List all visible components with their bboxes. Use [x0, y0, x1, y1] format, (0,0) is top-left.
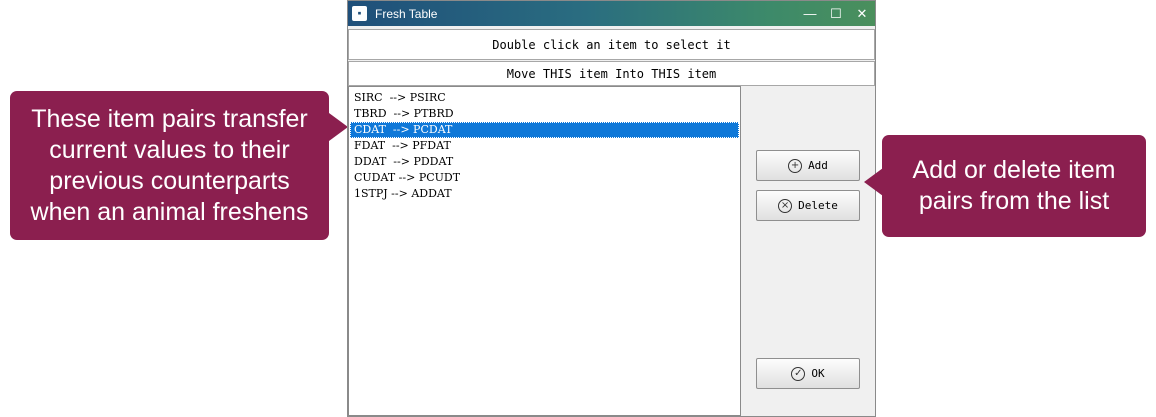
- maximize-button[interactable]: ☐: [823, 1, 849, 26]
- app-icon: ▪: [352, 6, 367, 21]
- callout-add-delete-text: Add or delete item pairs from the list: [912, 156, 1116, 215]
- close-button[interactable]: ✕: [849, 1, 875, 26]
- instruction-label: Double click an item to select it: [348, 29, 875, 60]
- window-controls: — ☐ ✕: [797, 1, 875, 26]
- list-item[interactable]: TBRD --> PTBRD: [350, 106, 739, 122]
- delete-button-label: Delete: [798, 199, 838, 212]
- callout-item-pairs: These item pairs transfer current values…: [10, 91, 329, 240]
- callout-item-pairs-pointer: [329, 113, 348, 141]
- list-item[interactable]: FDAT --> PFDAT: [350, 138, 739, 154]
- ok-button[interactable]: ✓ OK: [756, 358, 860, 389]
- list-item-selected[interactable]: CDAT --> PCDAT: [350, 122, 739, 138]
- window-title: Fresh Table: [375, 6, 438, 21]
- x-circle-icon: ×: [778, 198, 793, 213]
- callout-add-delete-pointer: [864, 168, 883, 196]
- delete-button[interactable]: × Delete: [756, 190, 860, 221]
- callout-add-delete: Add or delete item pairs from the list: [882, 135, 1146, 237]
- add-button-label: Add: [808, 159, 828, 172]
- list-item[interactable]: CUDAT --> PCUDT: [350, 170, 739, 186]
- check-circle-icon: ✓: [791, 366, 806, 381]
- minimize-button[interactable]: —: [797, 1, 823, 26]
- item-pairs-list[interactable]: SIRC --> PSIRC TBRD --> PTBRD CDAT --> P…: [348, 86, 741, 416]
- fresh-table-window: ▪ Fresh Table — ☐ ✕ Double click an item…: [347, 0, 876, 417]
- list-heading: Move THIS item Into THIS item: [348, 61, 875, 86]
- ok-button-label: OK: [811, 367, 825, 380]
- callout-item-pairs-text: These item pairs transfer current values…: [30, 104, 309, 226]
- title-bar[interactable]: ▪ Fresh Table — ☐ ✕: [348, 1, 875, 26]
- add-button[interactable]: + Add: [756, 150, 860, 181]
- list-item[interactable]: SIRC --> PSIRC: [350, 90, 739, 106]
- plus-circle-icon: +: [788, 158, 803, 173]
- list-item[interactable]: 1STPJ --> ADDAT: [350, 186, 739, 202]
- list-item[interactable]: DDAT --> PDDAT: [350, 154, 739, 170]
